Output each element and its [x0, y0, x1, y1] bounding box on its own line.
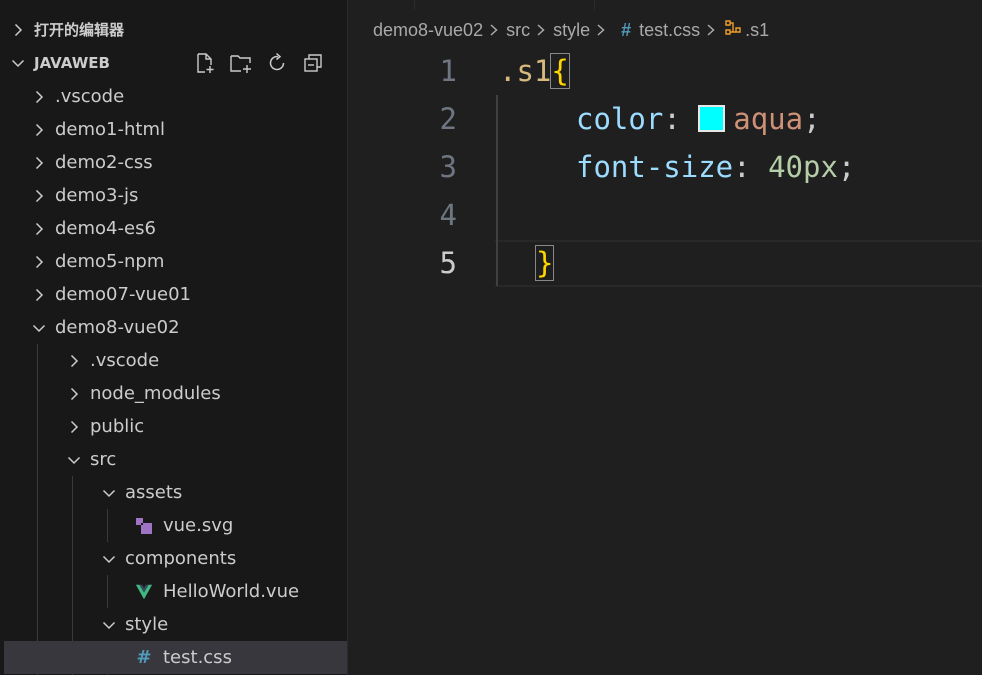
folder-item[interactable]: components [4, 542, 347, 575]
tree-item-label: HelloWorld.vue [163, 581, 300, 602]
new-folder-icon[interactable] [227, 51, 254, 75]
chevron-right-icon [488, 23, 500, 37]
chevron-right-icon [595, 23, 607, 37]
folder-item[interactable]: node_modules [4, 377, 347, 410]
chevron-right-icon [10, 22, 26, 38]
folder-item[interactable]: demo8-vue02 [4, 311, 347, 344]
project-label: JAVAWEB [34, 53, 110, 72]
breadcrumb-item[interactable]: src [483, 20, 530, 41]
tree-item-label: style [125, 614, 169, 635]
chevron-right-icon [535, 23, 547, 37]
tree-item-label: public [90, 416, 145, 437]
folder-item[interactable]: demo07-vue01 [4, 278, 347, 311]
line-number: 5 [439, 246, 457, 280]
breadcrumb-item[interactable]: # test.css [590, 20, 700, 41]
tree-item-label: .vscode [90, 350, 160, 371]
code-line: 5 } [349, 240, 982, 288]
tree-item-label: demo8-vue02 [55, 317, 180, 338]
code-line: 4 [349, 192, 982, 240]
code-line: 2 color: aqua; [349, 96, 982, 144]
chevron-right-icon [31, 122, 47, 138]
code-line: 3 font-size: 40px; [349, 144, 982, 192]
line-number: 3 [439, 150, 457, 184]
tree-item-label: demo5-npm [55, 251, 165, 272]
chevron-right-icon [31, 287, 47, 303]
folder-item[interactable]: demo5-npm [4, 245, 347, 278]
tab-strip [349, 0, 982, 12]
tree-item-label: components [125, 548, 237, 569]
folder-item[interactable]: .vscode [4, 80, 347, 113]
close-brace: } [534, 245, 555, 281]
breadcrumb-item[interactable]: style [530, 20, 590, 41]
folder-item[interactable]: demo3-js [4, 179, 347, 212]
breadcrumb-item[interactable]: .s1 [700, 19, 769, 42]
project-section[interactable]: JAVAWEB [0, 46, 347, 79]
css-file-icon: # [621, 19, 632, 40]
tree-item-label: assets [125, 482, 183, 503]
breadcrumb: demo8-vue02 src style # test.css .s1 [373, 17, 769, 43]
css-selector: .s1 [499, 54, 552, 88]
folder-item[interactable]: demo2-css [4, 146, 347, 179]
folder-item[interactable]: public [4, 410, 347, 443]
tree-item-label: demo3-js [55, 185, 139, 206]
folder-item[interactable]: assets [4, 476, 347, 509]
tree-item-label: demo07-vue01 [55, 284, 192, 305]
svg-file-icon [135, 517, 153, 535]
line-number: 4 [439, 198, 457, 232]
code-editor[interactable]: demo8-vue02 src style # test.css .s1 1 .… [349, 0, 982, 675]
open-brace: { [550, 53, 570, 89]
tree-item-label: demo2-css [55, 152, 153, 173]
collapse-all-icon[interactable] [299, 51, 326, 75]
chevron-right-icon [31, 188, 47, 204]
folder-item[interactable]: .vscode [4, 344, 347, 377]
open-editors-section[interactable]: 打开的编辑器 [0, 13, 347, 46]
chevron-down-icon [66, 452, 82, 468]
css-value: aqua [733, 102, 804, 136]
file-item[interactable]: HelloWorld.vue [4, 575, 347, 608]
css-property: font-size [576, 150, 734, 184]
chevron-down-icon [101, 485, 117, 501]
chevron-down-icon [101, 617, 117, 633]
breadcrumb-item[interactable]: demo8-vue02 [373, 20, 483, 41]
chevron-right-icon [66, 419, 82, 435]
symbol-class-icon [723, 19, 743, 42]
new-file-icon[interactable] [191, 51, 218, 75]
chevron-right-icon [705, 23, 717, 37]
chevron-right-icon [66, 353, 82, 369]
open-editors-label: 打开的编辑器 [34, 21, 125, 39]
line-number: 1 [439, 54, 457, 88]
tree-item-label: .vscode [55, 86, 125, 107]
line-number: 2 [439, 102, 457, 136]
explorer-sidebar: 打开的编辑器 JAVAWEB .vscode demo1-html demo2-cs… [0, 0, 348, 675]
tree-item-label: node_modules [90, 383, 221, 404]
refresh-icon[interactable] [263, 51, 290, 75]
chevron-right-icon [31, 221, 47, 237]
chevron-right-icon [31, 155, 47, 171]
css-property: color [576, 102, 664, 136]
css-value: 40px [768, 150, 838, 184]
explorer-actions [191, 51, 326, 75]
chevron-down-icon [10, 55, 26, 71]
vue-file-icon [135, 583, 153, 601]
file-item[interactable]: vue.svg [4, 509, 347, 542]
tree-item-label: demo1-html [55, 119, 165, 140]
folder-item[interactable]: demo1-html [4, 113, 347, 146]
tree-item-label: vue.svg [163, 515, 234, 536]
chevron-right-icon [31, 254, 47, 270]
tree-item-label: test.css [163, 647, 232, 668]
chevron-down-icon [31, 320, 47, 336]
color-swatch[interactable] [698, 105, 726, 132]
code-line: 1 .s1{ [349, 48, 982, 96]
folder-item[interactable]: demo4-es6 [4, 212, 347, 245]
chevron-right-icon [66, 386, 82, 402]
folder-item[interactable]: src [4, 443, 347, 476]
chevron-right-icon [31, 89, 47, 105]
file-item[interactable]: # test.css [4, 641, 347, 674]
chevron-down-icon [101, 551, 117, 567]
css-file-icon: # [136, 647, 152, 668]
tree-item-label: demo4-es6 [55, 218, 156, 239]
folder-item[interactable]: style [4, 608, 347, 641]
tree-item-label: src [90, 449, 117, 470]
